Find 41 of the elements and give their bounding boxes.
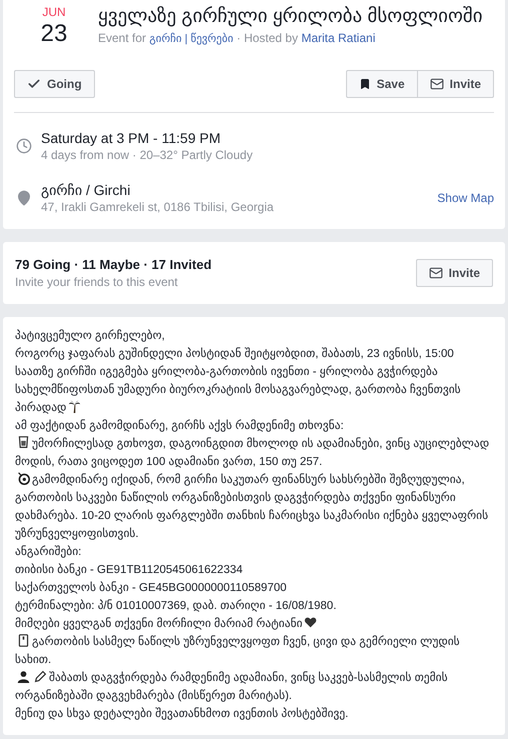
check-icon <box>27 77 41 91</box>
description-paragraph: მიმღები ყველგან თქვენი მორჩილი მარიამ რატიანი <box>15 615 493 633</box>
description-paragraph: ტერმინალები: პ/ნ 01010007369, დაბ. თარიღი - 16/08/1980. <box>15 598 338 614</box>
group-link[interactable]: გირჩი | წევრები <box>149 33 234 45</box>
person-icon <box>17 670 30 683</box>
host-link[interactable]: Marita Ratiani <box>301 31 376 45</box>
detail-title: გირჩი / Girchi <box>41 181 132 199</box>
day: 23 <box>40 20 68 48</box>
description-paragraph: ამ ფაქტიდან გამომდინარე, გირჩს აქვს რამდენიმე თხოვნა: <box>15 418 345 434</box>
detail-subtitle: 47, Irakli Gamrekeli st, 0186 Tbilisi, Georgia <box>41 199 275 215</box>
mail-icon <box>428 266 443 280</box>
show-map-link[interactable]: Show Map <box>437 189 494 207</box>
description-paragraph: შაბათს დაგვჭირდება რამდენიმე ადამიანი, ვინც საკვებ-სასმელის თემის ორგანიზებაში დაგვეხმარება (მისწერეთ მარიტას). <box>15 669 449 704</box>
map-pin-icon <box>16 190 32 206</box>
description-paragraph: პატივცემულო გირჩელებო, <box>15 328 166 344</box>
description-paragraph: უმორჩილესად გთხოვთ, დაგოინგდით მხოლოდ ის ადამიანები, ვინც აუცილებლად მოდის, რათა ვიცოდეთ 100 ადამიანი ვართ, 150 თუ 257. <box>15 435 490 470</box>
detail-title: Saturday at 3 PM - 11:59 PM <box>41 129 222 147</box>
invite-button[interactable]: Invite <box>418 70 494 98</box>
description-paragraph: გამომდინარე იქიდან, რომ გირჩი საკუთარ ფინანსურ სახსრებში შეზღუდულია, გართობის საკვები ნაწილის ორგანიზებისთვის დაგვჭირდება თქვენი ფინანსური დახმარება. 10-20 ლარის ფარგლებში თანხის ჩარიცხვა საკმარისი იქნება ყველაფრის უზრუნველყოფისთვის. <box>15 471 490 542</box>
guest-summary: 79 Going · 11 Maybe · 17 Invited <box>15 256 212 274</box>
detail-subtitle: 4 days from now · 20–32° Partly Cloudy <box>41 147 254 163</box>
palm-tree-icon <box>68 400 82 413</box>
description-paragraph: თიბისი ბანკი - GE91TB1120545061622334 <box>15 562 244 578</box>
description-paragraph: საქართველოს ბანკი - GE45BG0000000110589700 <box>15 580 288 596</box>
target-icon <box>17 472 30 485</box>
description-paragraph: ანგარიშები: <box>15 544 82 560</box>
heart-icon <box>304 616 318 629</box>
description-paragraph: მენიუ და სხვა დეტალები შევათანხმოთ ივენთის პოსტებშივე. <box>15 706 350 722</box>
month: JUN <box>42 4 66 20</box>
event-title: ყველაზე გირჩული ყრილობა მსოფლიოში <box>98 5 483 29</box>
event-subtitle: Event for გირჩი | წევრები · Hosted by Marita Ratiani <box>98 30 376 47</box>
glass-icon <box>17 436 30 449</box>
invite-hint: Invite your friends to this event <box>15 274 179 290</box>
invite-button[interactable]: Invite <box>416 259 493 287</box>
save-button[interactable]: Save <box>346 70 418 98</box>
mail-icon <box>430 77 444 91</box>
pencil-icon <box>34 670 47 683</box>
clock-icon <box>16 138 32 154</box>
description-paragraph: გართობის სასმელ ნაწილს უზრუნველვყოფთ ჩვენ, ცივი და გემრიელი ლუდის სახით. <box>15 633 461 668</box>
going-button[interactable]: Going <box>14 70 95 98</box>
bookmark-icon <box>358 78 371 90</box>
